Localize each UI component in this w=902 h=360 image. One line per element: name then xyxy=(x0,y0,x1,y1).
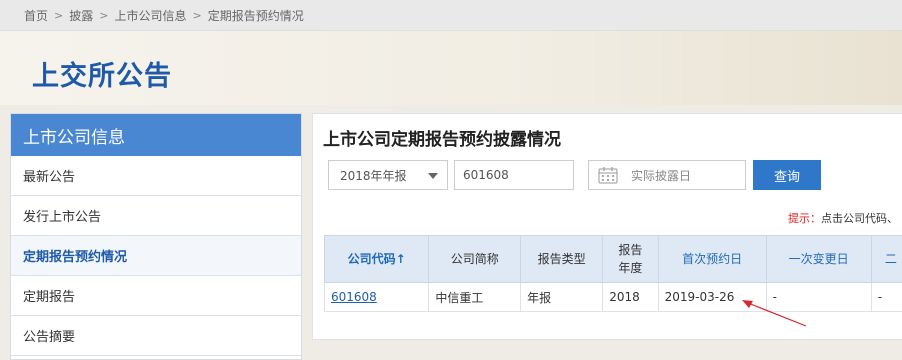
calendar-icon[interactable] xyxy=(596,164,620,186)
sidebar-item-label: 定期报告 xyxy=(23,290,76,305)
hint-label: 提示： xyxy=(788,212,821,225)
table-row: 601608 中信重工 年报 2018 2019-03-26 - - xyxy=(323,282,902,312)
date-field-label: 实际披露日 xyxy=(631,168,692,183)
sidebar-item-label: 发行上市公告 xyxy=(23,210,102,225)
query-button[interactable]: 查询 xyxy=(753,160,821,190)
company-code-input[interactable] xyxy=(454,160,574,190)
report-type-value: 2018年年报 xyxy=(340,168,407,183)
column-header-first-date[interactable]: 首次预约日 xyxy=(657,235,767,283)
disclosure-date-field[interactable]: 实际披露日 xyxy=(588,160,746,190)
sidebar-item-report-schedule[interactable]: 定期报告预约情况 xyxy=(11,236,301,276)
cell-first-date: 2019-03-26 xyxy=(657,282,767,312)
hint-text: 点击公司代码、 xyxy=(821,212,898,225)
company-code-link[interactable]: 601608 xyxy=(331,290,377,304)
sidebar-item-label: 最新公告 xyxy=(23,170,76,185)
column-header-company-code[interactable]: 公司代码↑ xyxy=(323,235,430,283)
sidebar-item-label: 定期报告预约情况 xyxy=(23,250,128,265)
breadcrumb-home[interactable]: 首页 xyxy=(24,7,48,24)
banner-title: 上交所公告 xyxy=(32,61,172,92)
breadcrumb-current: 定期报告预约情况 xyxy=(207,8,304,23)
cell-next: - xyxy=(870,282,902,312)
table-header-row: 公司代码↑ 公司简称 报告类型 报告 年度 首次预约日 一次变更日 二 xyxy=(323,235,902,283)
column-header-report-type: 报告类型 xyxy=(520,235,604,283)
cell-first-change: - xyxy=(765,282,872,312)
report-schedule-table: 公司代码↑ 公司简称 报告类型 报告 年度 首次预约日 一次变更日 二 6016… xyxy=(323,235,902,312)
sidebar-item-latest[interactable]: 最新公告 xyxy=(11,156,301,196)
sidebar-header: 上市公司信息 xyxy=(11,114,301,156)
cell-report-type: 年报 xyxy=(520,282,604,312)
sidebar-item-issuance[interactable]: 发行上市公告 xyxy=(11,196,301,236)
sidebar-item-label: 公告摘要 xyxy=(23,330,76,345)
sidebar-item-summary[interactable]: 公告摘要 xyxy=(11,316,301,356)
breadcrumb-separator: > xyxy=(99,8,109,22)
column-header-next[interactable]: 二 xyxy=(870,235,902,283)
column-header-company-name: 公司简称 xyxy=(428,235,522,283)
breadcrumb: 首页 > 披露 > 上市公司信息 > 定期报告预约情况 xyxy=(0,0,902,31)
page-title: 上市公司定期报告预约披露情况 xyxy=(323,130,561,150)
breadcrumb-disclosure[interactable]: 披露 xyxy=(69,7,93,24)
breadcrumb-company-info[interactable]: 上市公司信息 xyxy=(114,7,186,24)
sort-up-icon: ↑ xyxy=(395,252,406,266)
sidebar-item-periodic-report[interactable]: 定期报告 xyxy=(11,276,301,316)
report-type-select[interactable]: 2018年年报 xyxy=(328,160,448,190)
chevron-down-icon xyxy=(428,173,438,179)
breadcrumb-separator: > xyxy=(192,8,202,22)
breadcrumb-separator: > xyxy=(54,8,64,22)
cell-company-code[interactable]: 601608 xyxy=(323,282,430,312)
sidebar: 上市公司信息 最新公告 发行上市公告 定期报告预约情况 定期报告 公告摘要 xyxy=(10,113,302,360)
banner: 上交所公告 xyxy=(0,31,902,105)
column-header-first-change[interactable]: 一次变更日 xyxy=(765,235,872,283)
column-header-report-year: 报告 年度 xyxy=(602,235,659,283)
main-panel: 上市公司定期报告预约披露情况 2018年年报 实际披露日 查询 提示：点击公司代… xyxy=(312,113,902,340)
hint: 提示：点击公司代码、 xyxy=(788,210,898,226)
cell-report-year: 2018 xyxy=(602,282,659,312)
cell-company-name: 中信重工 xyxy=(428,282,522,312)
